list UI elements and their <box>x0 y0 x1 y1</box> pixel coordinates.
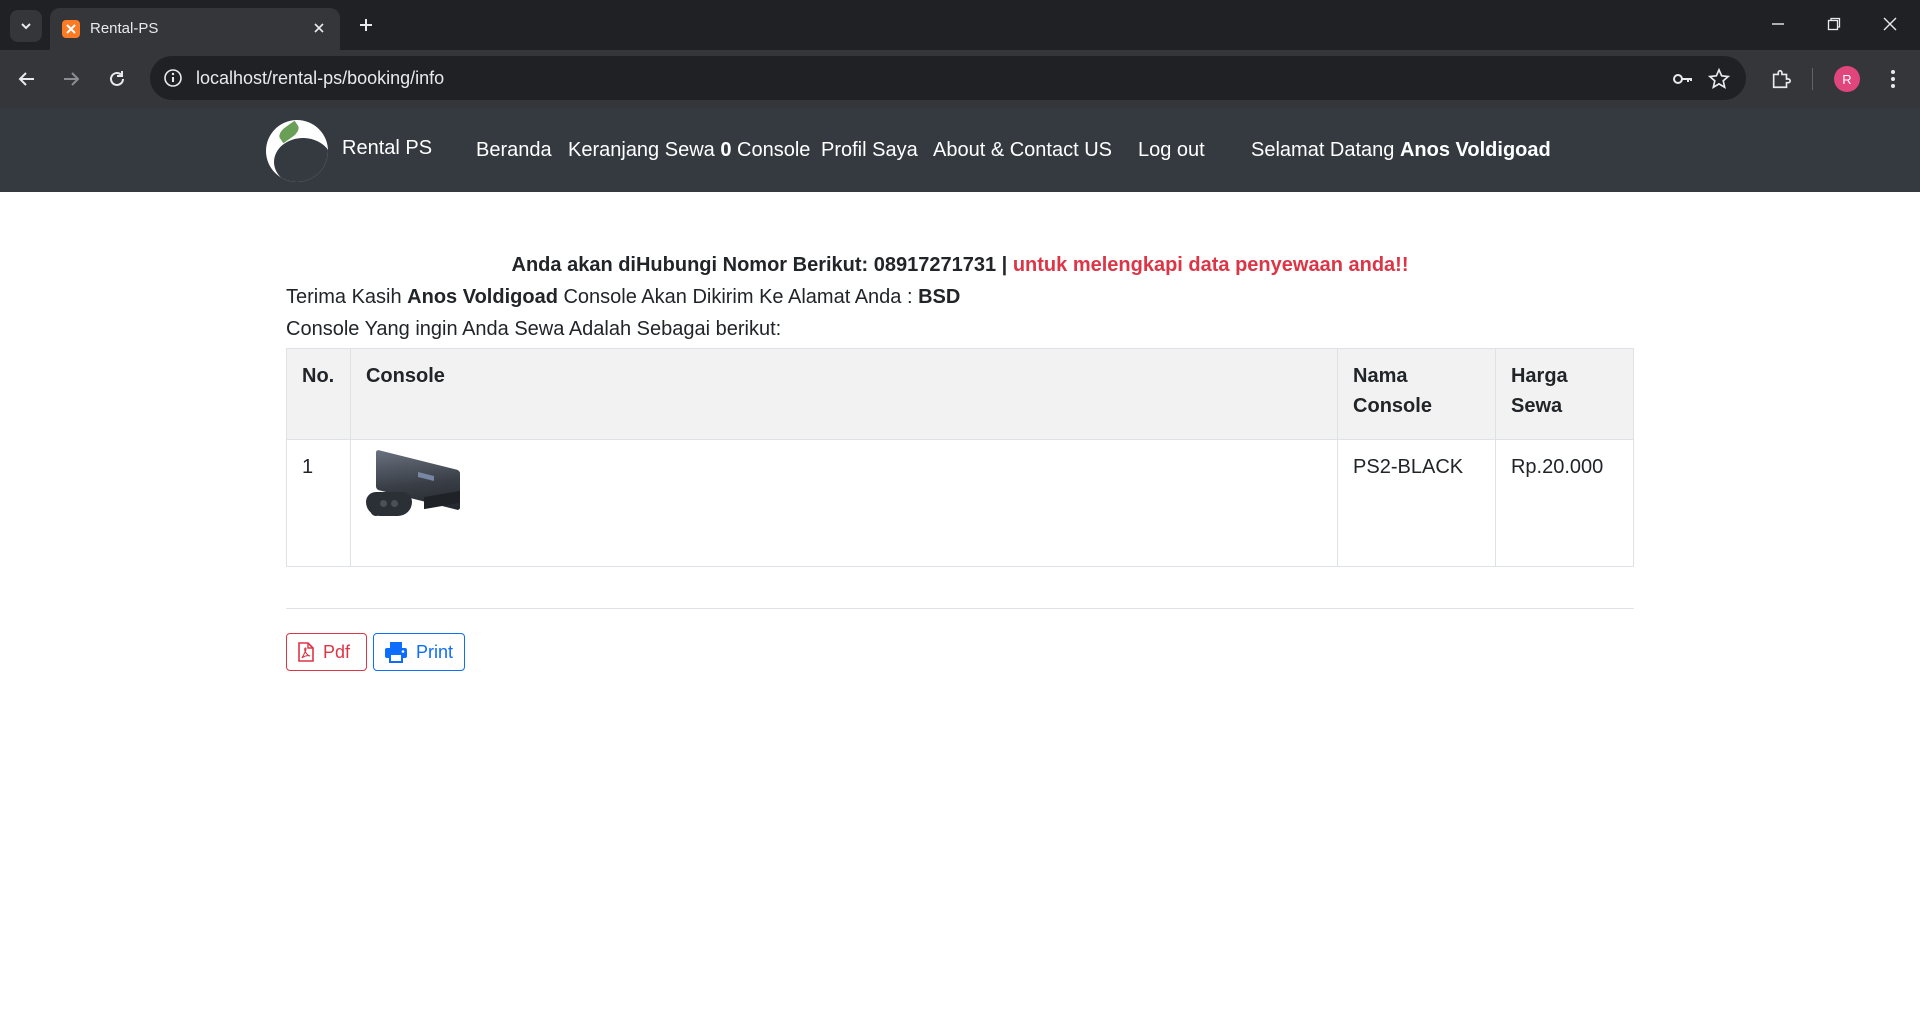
tab-title: Rental-PS <box>90 20 159 37</box>
password-key-icon[interactable] <box>1670 66 1696 92</box>
cart-label: Keranjang Sewa <box>568 139 715 161</box>
pdf-button[interactable]: Pdf <box>286 633 367 671</box>
xampp-favicon-icon <box>62 20 80 38</box>
close-tab-icon[interactable] <box>308 17 330 39</box>
booking-table: No. Console Nama Console Harga Sewa 1 PS… <box>286 348 1635 567</box>
cart-suffix: Console <box>737 139 811 161</box>
contact-notice: Anda akan diHubungi Nomor Berikut: 08917… <box>286 254 1634 277</box>
thanks-middle: Console Akan Dikirim Ke Alamat Anda : <box>563 286 913 308</box>
browser-tab-strip: Rental-PS <box>0 0 1920 50</box>
header-console: Console <box>349 348 1339 440</box>
table-row: 1 PS2-BLACK Rp.20.000 <box>286 439 1635 567</box>
minimize-window-icon[interactable] <box>1750 0 1806 48</box>
browser-toolbar: localhost/rental-ps/booking/info R <box>0 50 1920 108</box>
thank-you-line: Terima Kasih Anos Voldigoad Console Akan… <box>286 286 960 309</box>
header-console-name: Nama Console <box>1337 348 1496 440</box>
nav-link-cart[interactable]: Keranjang Sewa 0 Console <box>568 139 810 162</box>
contact-number-text: Anda akan diHubungi Nomor Berikut: 08917… <box>511 254 1008 276</box>
site-info-icon[interactable] <box>162 67 184 89</box>
row-console-image-cell <box>349 439 1339 567</box>
header-rental-price: Harga Sewa <box>1494 348 1635 440</box>
welcome-user: Anos Voldigoad <box>1399 139 1551 161</box>
ps2-console-image <box>365 449 462 520</box>
bookmark-star-icon[interactable] <box>1706 66 1732 92</box>
new-tab-plus-icon[interactable] <box>352 11 380 39</box>
printer-icon <box>384 641 408 663</box>
back-arrow-icon[interactable] <box>12 64 42 94</box>
print-button[interactable]: Print <box>373 633 465 671</box>
welcome-text: Selamat Datang Anos Voldigoad <box>1251 139 1551 162</box>
nav-link-profile[interactable]: Profil Saya <box>821 139 918 162</box>
delivery-address: BSD <box>918 286 961 308</box>
print-label: Print <box>416 641 454 662</box>
warning-text: untuk melengkapi data penyewaan anda!! <box>1012 254 1409 276</box>
extensions-puzzle-icon[interactable] <box>1766 64 1796 94</box>
browser-tab-active[interactable]: Rental-PS <box>50 8 340 50</box>
chevron-down-icon <box>21 23 31 30</box>
welcome-prefix: Selamat Datang <box>1251 139 1395 161</box>
thanks-prefix: Terima Kasih <box>286 286 402 308</box>
content-divider <box>286 608 1634 609</box>
brand-logo[interactable] <box>266 120 328 182</box>
cart-count: 0 <box>720 139 732 161</box>
table-header-row: No. Console Nama Console Harga Sewa <box>286 348 1635 440</box>
rental-intro: Console Yang ingin Anda Sewa Adalah Seba… <box>286 318 782 340</box>
tab-search-button[interactable] <box>10 10 42 42</box>
nav-link-beranda[interactable]: Beranda <box>476 139 552 162</box>
url-text: localhost/rental-ps/booking/info <box>196 68 445 88</box>
header-no: No. <box>286 348 351 440</box>
restore-window-icon[interactable] <box>1806 0 1862 48</box>
profile-avatar[interactable]: R <box>1834 66 1860 92</box>
more-menu-icon[interactable] <box>1878 64 1908 94</box>
forward-arrow-icon[interactable] <box>56 64 86 94</box>
row-no: 1 <box>286 439 351 567</box>
reload-icon[interactable] <box>102 64 132 94</box>
address-bar[interactable]: localhost/rental-ps/booking/info <box>150 56 1746 100</box>
nav-link-about-contact[interactable]: About & Contact US <box>933 139 1112 162</box>
nav-link-logout[interactable]: Log out <box>1138 139 1205 162</box>
brand-name-link[interactable]: Rental PS <box>342 137 432 160</box>
site-navbar: Rental PS Beranda Keranjang Sewa 0 Conso… <box>0 108 1920 192</box>
pdf-label: Pdf <box>323 641 351 662</box>
row-rental-price: Rp.20.000 <box>1494 439 1635 567</box>
close-window-icon[interactable] <box>1862 0 1918 48</box>
thanks-user: Anos Voldigoad <box>407 286 558 308</box>
file-pdf-icon <box>297 642 315 662</box>
toolbar-separator <box>1812 68 1813 90</box>
row-console-name: PS2-BLACK <box>1337 439 1496 567</box>
